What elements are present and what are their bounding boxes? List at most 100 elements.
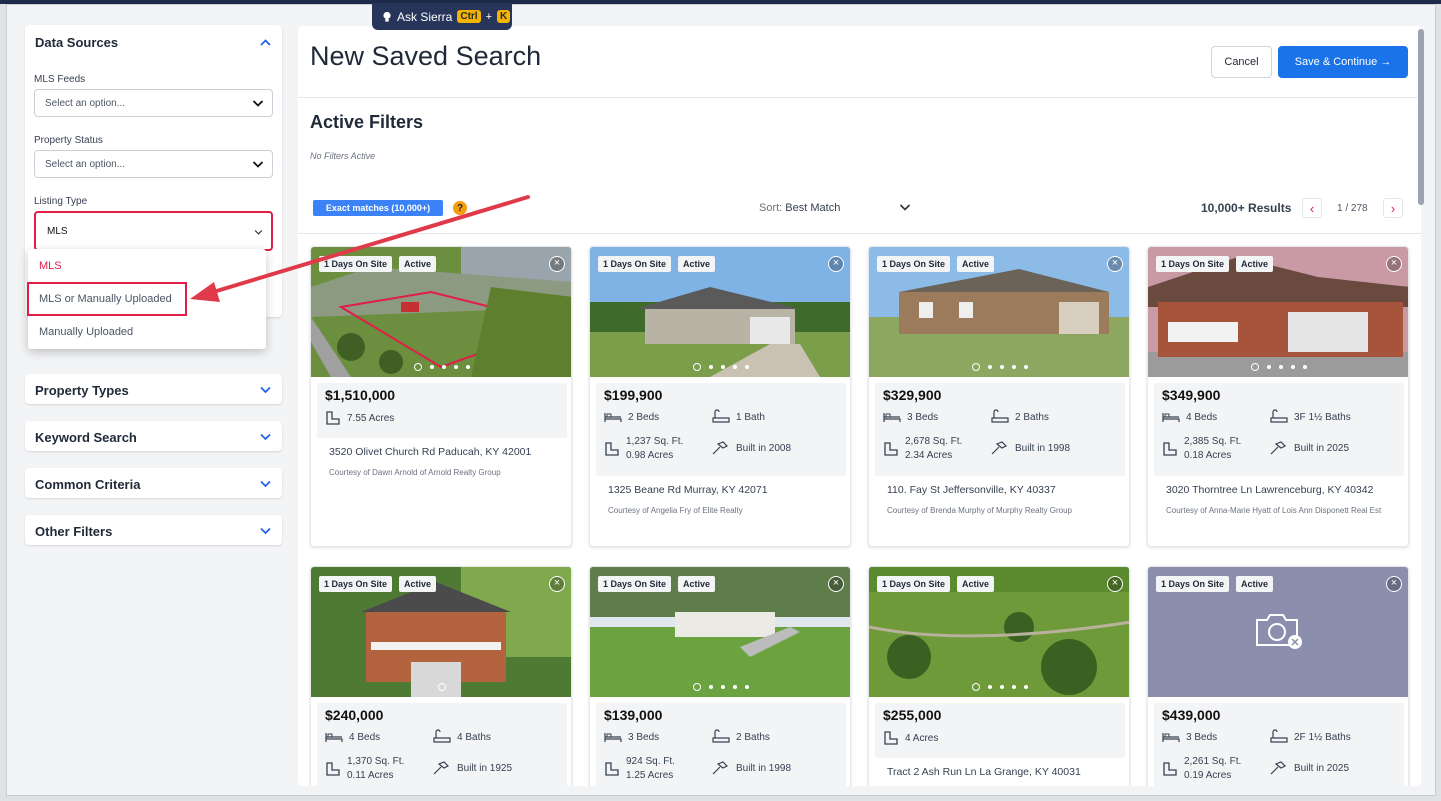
bathtub-icon <box>433 729 451 743</box>
listing-address[interactable]: Tract 2 Ash Run Ln La Grange, KY 40031 <box>887 766 1081 778</box>
listing-photo[interactable]: 1 Days On Site Active × <box>1148 247 1408 377</box>
close-icon[interactable]: × <box>828 256 844 272</box>
close-icon[interactable]: × <box>549 256 565 272</box>
chevron-up-icon[interactable] <box>259 36 272 49</box>
year-built: Built in 1998 <box>712 761 791 775</box>
baths-value: 1 Bath <box>736 411 765 423</box>
listing-photo[interactable]: 1 Days On Site Active × <box>311 567 571 697</box>
listing-address[interactable]: 3020 Thorntree Ln Lawrenceburg, KY 40342 <box>1166 484 1373 496</box>
exact-matches-badge[interactable]: Exact matches (10,000+) <box>313 200 443 216</box>
listing-card[interactable]: 1 Days On Site Active × $240,000 4 Beds … <box>310 566 572 786</box>
ruler-icon <box>605 442 619 456</box>
keyword-search-title: Keyword Search <box>35 430 137 445</box>
carousel-dots[interactable] <box>590 683 850 691</box>
listing-price: $349,900 <box>1162 387 1221 403</box>
beds-value: 3 Beds <box>1186 731 1218 743</box>
lot-size: 7.55 Acres <box>325 410 394 426</box>
property-types-section[interactable]: Property Types <box>25 374 282 404</box>
acres-value: 0.98 Acres <box>626 450 674 461</box>
baths: 2 Baths <box>991 409 1049 425</box>
status-badge: Active <box>957 576 995 592</box>
carousel-dots[interactable] <box>869 683 1129 691</box>
close-icon[interactable]: × <box>1107 256 1123 272</box>
listing-card[interactable]: 1 Days On Site Active × $1,510,000 7.55 … <box>310 246 572 547</box>
beds: 4 Beds <box>325 731 380 743</box>
data-sources-title: Data Sources <box>35 35 119 50</box>
chevron-down-icon <box>260 480 271 488</box>
chevron-down-icon <box>260 527 271 535</box>
option-mls[interactable]: MLS <box>39 260 62 272</box>
listing-details: $349,900 4 Beds 3F 1½ Baths 2,385 Sq. Ft… <box>1154 383 1404 476</box>
prev-page-button[interactable]: ‹ <box>1302 198 1322 218</box>
scrollbar[interactable] <box>1417 9 1425 789</box>
listing-photo[interactable]: 1 Days On Site Active × <box>590 247 850 377</box>
listing-photo[interactable]: 1 Days On Site Active × <box>869 567 1129 697</box>
mls-feeds-select[interactable]: Select an option... <box>34 89 273 117</box>
size: 1,370 Sq. Ft. 0.11 Acres <box>325 755 404 783</box>
keyword-search-section[interactable]: Keyword Search <box>25 421 282 451</box>
sort-select[interactable]: Sort: Best Match <box>759 202 840 214</box>
size: 924 Sq. Ft. 1.25 Acres <box>604 755 675 783</box>
option-manual[interactable]: Manually Uploaded <box>39 326 133 338</box>
close-icon[interactable]: × <box>1107 576 1123 592</box>
close-icon[interactable]: × <box>1386 256 1402 272</box>
property-status-select[interactable]: Select an option... <box>34 150 273 178</box>
baths-value: 2 Baths <box>1015 411 1049 423</box>
bed-icon <box>604 413 622 422</box>
listing-photo[interactable]: 1 Days On Site Active × <box>869 247 1129 377</box>
listing-card[interactable]: 1 Days On Site Active × $255,000 4 Acres… <box>868 566 1130 786</box>
listing-type-select[interactable]: MLS <box>34 211 273 251</box>
listing-photo[interactable]: 1 Days On Site Active × <box>311 247 571 377</box>
listing-address[interactable]: 3520 Olivet Church Rd Paducah, KY 42001 <box>329 446 531 458</box>
close-icon[interactable]: × <box>828 576 844 592</box>
listing-details: $439,000 3 Beds 2F 1½ Baths 2,261 Sq. Ft… <box>1154 703 1404 786</box>
listing-card[interactable]: 1 Days On Site Active × $139,000 3 Beds … <box>589 566 851 786</box>
save-continue-button[interactable]: Save & Continue → <box>1278 46 1408 78</box>
listing-card[interactable]: 1 Days On Site Active × $199,900 2 Beds … <box>589 246 851 547</box>
listing-address[interactable]: 1325 Beane Rd Murray, KY 42071 <box>608 484 768 496</box>
ruler-icon <box>1163 442 1177 456</box>
bathtub-icon <box>1270 729 1288 743</box>
ask-sierra-button[interactable]: Ask Sierra Ctrl + K <box>372 3 512 30</box>
mls-feeds-placeholder: Select an option... <box>45 98 126 109</box>
bed-icon <box>604 733 622 742</box>
listing-address[interactable]: 110. Fay St Jeffersonville, KY 40337 <box>887 484 1056 496</box>
size: 2,261 Sq. Ft. 0.19 Acres <box>1162 755 1241 783</box>
close-icon[interactable]: × <box>549 576 565 592</box>
hammer-icon <box>1270 441 1287 455</box>
listing-photo[interactable]: 1 Days On Site Active × <box>590 567 850 697</box>
active-filters-title: Active Filters <box>310 112 424 132</box>
scrollbar-thumb[interactable] <box>1418 29 1424 205</box>
ruler-icon <box>1163 762 1177 776</box>
listing-card[interactable]: 1 Days On Site Active × $439,000 3 Beds … <box>1147 566 1409 786</box>
days-on-site-badge: 1 Days On Site <box>1156 256 1230 272</box>
beds-value: 4 Beds <box>1186 411 1218 423</box>
cancel-button[interactable]: Cancel <box>1211 46 1272 78</box>
property-status-placeholder: Select an option... <box>45 159 126 170</box>
carousel-dots[interactable] <box>869 363 1129 371</box>
ruler-icon <box>884 442 898 456</box>
close-icon[interactable]: × <box>1386 576 1402 592</box>
listing-card[interactable]: 1 Days On Site Active × $349,900 4 Beds … <box>1147 246 1409 547</box>
chevron-down-icon[interactable] <box>899 202 911 212</box>
carousel-dots[interactable] <box>590 363 850 371</box>
built-value: Built in 2025 <box>1294 442 1350 454</box>
carousel-dots[interactable] <box>311 363 571 371</box>
size: 1,237 Sq. Ft. 0.98 Acres <box>604 435 683 463</box>
lot-size: 4 Acres <box>883 730 938 746</box>
year-built: Built in 2025 <box>1270 441 1349 455</box>
baths: 1 Bath <box>712 409 765 425</box>
help-icon[interactable]: ? <box>453 201 467 215</box>
listing-card[interactable]: 1 Days On Site Active × $329,900 3 Beds … <box>868 246 1130 547</box>
listing-photo-placeholder[interactable]: 1 Days On Site Active × <box>1148 567 1408 697</box>
ctrl-key: Ctrl <box>457 10 481 23</box>
common-criteria-section[interactable]: Common Criteria <box>25 468 282 498</box>
listing-details: $255,000 4 Acres <box>875 703 1125 758</box>
carousel-dots[interactable] <box>1148 363 1408 371</box>
carousel-dots[interactable] <box>311 683 571 691</box>
next-page-button[interactable]: › <box>1383 198 1403 218</box>
no-photo-camera-icon <box>1256 614 1302 649</box>
beds: 3 Beds <box>1162 731 1217 743</box>
hammer-icon <box>712 441 729 455</box>
other-filters-section[interactable]: Other Filters <box>25 515 282 545</box>
